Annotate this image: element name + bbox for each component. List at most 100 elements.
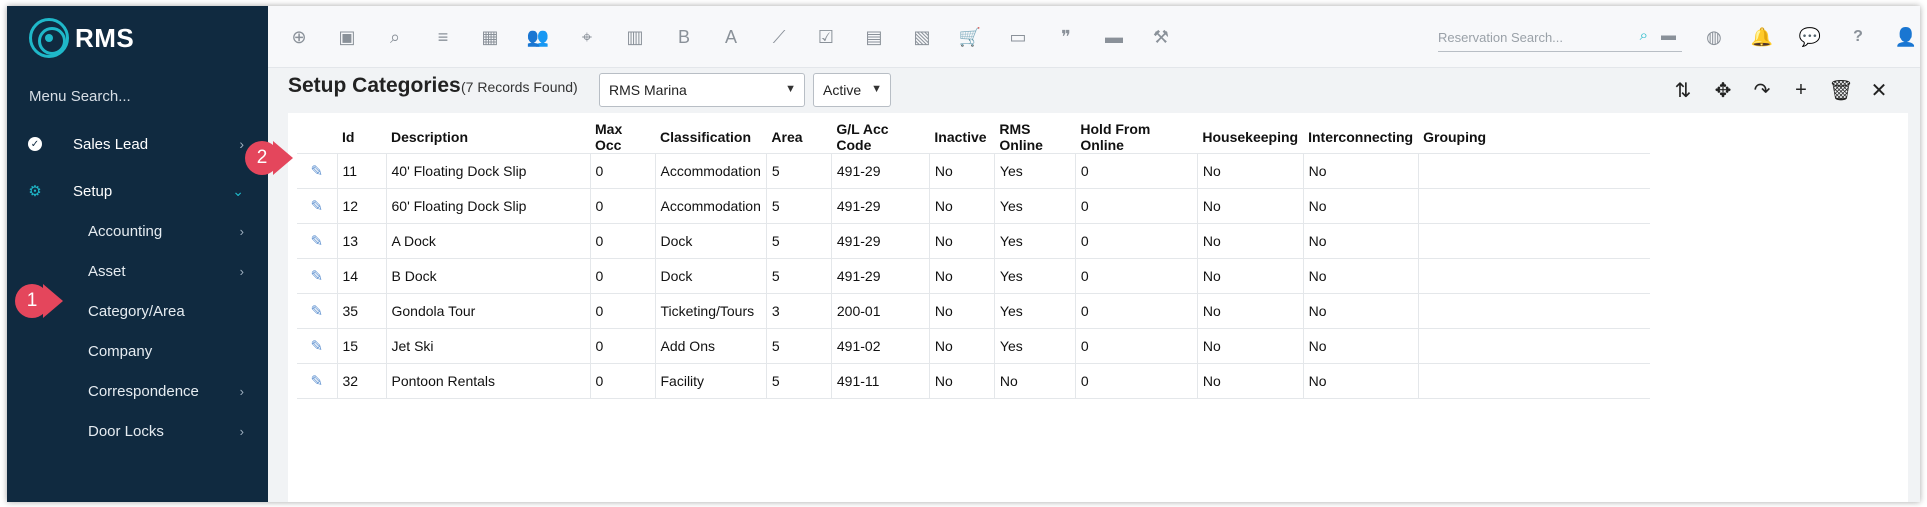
table-row[interactable]: ✎ 13 A Dock 0 Dock 5 491-29 No Yes 0 No No: [297, 223, 1651, 259]
line-chart-icon[interactable]: ⟋: [766, 24, 792, 50]
report-icon[interactable]: ▧: [909, 24, 935, 50]
column-header[interactable]: Hold From Online: [1075, 121, 1197, 154]
column-header[interactable]: [297, 121, 337, 154]
table-cell: 491-02: [830, 328, 930, 364]
add-circle-icon[interactable]: ⊕: [286, 24, 312, 50]
column-header[interactable]: Description: [386, 121, 590, 154]
table-cell: 5: [765, 223, 832, 259]
table-cell: [1417, 188, 1651, 224]
table-cell: 491-29: [830, 153, 930, 189]
users-icon[interactable]: 👥: [525, 24, 551, 50]
chevron-right-icon: ›: [239, 263, 244, 279]
column-header[interactable]: Grouping: [1418, 121, 1650, 154]
table-row[interactable]: ✎ 35 Gondola Tour 0 Ticketing/Tours 3 200-01 No…: [297, 293, 1651, 329]
logo[interactable]: RMS: [29, 18, 134, 58]
checklist-icon[interactable]: ☑: [813, 24, 839, 50]
table-cell: Pontoon Rentals: [385, 363, 590, 399]
grid-icon[interactable]: ▦: [477, 24, 503, 50]
chevron-down-icon: ▼: [871, 83, 882, 95]
reservation-search[interactable]: ⌕ ▬: [1438, 24, 1682, 52]
help-icon[interactable]: ?: [1845, 24, 1871, 50]
sidebar-subitem-label: Category/Area: [88, 302, 185, 320]
sort-icon[interactable]: ⇅: [1669, 76, 1697, 104]
table-cell: Dock: [654, 223, 767, 259]
pencil-icon[interactable]: ✎: [310, 268, 323, 285]
pencil-icon[interactable]: ✎: [310, 163, 323, 180]
bed-icon[interactable]: ▬: [1101, 24, 1127, 50]
table-cell: Facility: [654, 363, 767, 399]
table-cell: No: [1302, 153, 1419, 189]
sidebar-subitem-company[interactable]: Company: [7, 333, 268, 369]
categories-table: Id Description Max Occ Classification Area G/…: [297, 121, 1651, 399]
payment-icon[interactable]: ▭: [1005, 24, 1031, 50]
table-cell: No: [1302, 293, 1419, 329]
sidebar-item-sales-lead[interactable]: ✓ Sales Lead ›: [7, 122, 268, 166]
table-cell: No: [1196, 188, 1304, 224]
table-cell: Yes: [993, 293, 1076, 329]
reservation-search-input[interactable]: [1438, 24, 1638, 50]
bell-icon[interactable]: 🔔: [1749, 24, 1775, 50]
table-row[interactable]: ✎ 15 Jet Ski 0 Add Ons 5 491-02 No Yes 0 No No: [297, 328, 1651, 364]
column-header[interactable]: Inactive: [929, 121, 994, 154]
bold-icon[interactable]: B: [671, 24, 697, 50]
table-cell: Gondola Tour: [385, 293, 590, 329]
trash-icon[interactable]: 🗑: [1827, 76, 1855, 104]
table-header-row: Id Description Max Occ Classification Area G/…: [297, 121, 1650, 154]
column-header[interactable]: RMS Online: [994, 121, 1075, 154]
sidebar-subitem-door-locks[interactable]: Door Locks ›: [7, 413, 268, 449]
sliders-icon[interactable]: ≡: [430, 24, 456, 50]
column-header[interactable]: Id: [337, 121, 386, 154]
globe-icon[interactable]: ◍: [1701, 24, 1727, 50]
column-header[interactable]: Classification: [655, 121, 766, 154]
search-icon[interactable]: ⌕: [1640, 27, 1648, 44]
gear-icon: ⚙: [28, 183, 42, 200]
user-icon[interactable]: 👤: [1893, 24, 1919, 50]
sidebar-item-label: Setup: [73, 182, 113, 200]
column-header[interactable]: Area: [766, 121, 831, 154]
menu-search-input[interactable]: Menu Search...: [29, 88, 131, 105]
add-icon[interactable]: +: [1787, 76, 1815, 104]
calendar-icon[interactable]: ▣: [334, 24, 360, 50]
sidebar-subitem-accounting[interactable]: Accounting ›: [7, 213, 268, 249]
table-cell: Yes: [993, 258, 1076, 294]
callout-pointer: [43, 284, 63, 318]
table-cell: 0: [589, 328, 655, 364]
sidebar-item-setup[interactable]: ⚙ Setup ⌄: [7, 169, 268, 213]
table-cell: 0: [1074, 153, 1198, 189]
search-icon[interactable]: ⌕: [382, 24, 408, 50]
pencil-icon[interactable]: ✎: [310, 338, 323, 355]
quote-icon[interactable]: ❞: [1053, 24, 1079, 50]
redo-icon[interactable]: ↷: [1748, 76, 1776, 104]
table-row[interactable]: ✎ 14 B Dock 0 Dock 5 491-29 No Yes 0 No No: [297, 258, 1651, 294]
pencil-icon[interactable]: ✎: [310, 198, 323, 215]
move-icon[interactable]: ✥: [1709, 76, 1737, 104]
table-row[interactable]: ✎ 32 Pontoon Rentals 0 Facility 5 491-11 No No 0 N…: [297, 363, 1651, 399]
column-header[interactable]: G/L Acc Code: [831, 121, 929, 154]
edit-row-cell: ✎: [297, 328, 337, 364]
bed-icon[interactable]: ▬: [1661, 27, 1676, 44]
table-cell: 0: [1074, 188, 1198, 224]
sidebar-subitem-label: Asset: [88, 262, 126, 280]
hammer-icon[interactable]: ⚒: [1148, 24, 1174, 50]
cart-icon[interactable]: 🛒: [957, 24, 983, 50]
font-icon[interactable]: A: [718, 24, 744, 50]
pencil-icon[interactable]: ✎: [310, 373, 323, 390]
column-header[interactable]: Max Occ: [590, 121, 655, 154]
property-select[interactable]: RMS Marina ▼: [599, 73, 805, 107]
map-icon[interactable]: ▥: [622, 24, 648, 50]
id-card-icon[interactable]: ▤: [861, 24, 887, 50]
status-select[interactable]: Active ▼: [813, 73, 891, 107]
chat-icon[interactable]: 💬: [1797, 24, 1823, 50]
column-header[interactable]: Housekeeping: [1197, 121, 1303, 154]
table-cell: 3: [765, 293, 832, 329]
table-row[interactable]: ✎ 12 60' Floating Dock Slip 0 Accommodation 5…: [297, 188, 1651, 224]
table-row[interactable]: ✎ 11 40' Floating Dock Slip 0 Accommodation 5…: [297, 153, 1651, 189]
column-header[interactable]: Interconnecting: [1303, 121, 1418, 154]
table-cell: Ticketing/Tours: [654, 293, 767, 329]
close-icon[interactable]: ✕: [1865, 76, 1893, 104]
pencil-icon[interactable]: ✎: [310, 303, 323, 320]
table-cell: Jet Ski: [385, 328, 590, 364]
map-pin-icon[interactable]: ⌖: [574, 24, 600, 50]
sidebar-subitem-correspondence[interactable]: Correspondence ›: [7, 373, 268, 409]
pencil-icon[interactable]: ✎: [310, 233, 323, 250]
